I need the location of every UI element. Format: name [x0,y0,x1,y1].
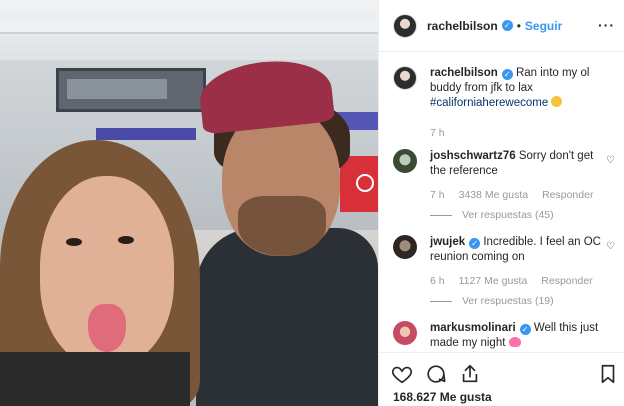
view-replies-button[interactable]: Ver respuestas (19) [430,295,601,307]
comment-avatar[interactable] [393,149,417,173]
author-username[interactable]: rachelbilson [427,19,498,33]
share-icon[interactable] [459,363,481,385]
comment-meta: 6 h 1127 Me gusta Responder [430,275,601,287]
photo-woman-eye-right [118,236,134,244]
action-icons [391,363,481,385]
likes-count[interactable]: 168.627 Me gusta [393,390,492,404]
photo-red-cap [196,55,336,135]
caption-text: rachelbilson ✓ Ran into my ol buddy from … [430,66,601,111]
verified-badge-icon: ✓ [501,69,513,80]
view-replies-label: Ver respuestas (19) [462,295,554,307]
comment-username[interactable]: markusmolinari [430,322,516,334]
photo-woman-eye-left [66,238,82,246]
caption-hashtag[interactable]: #californiaherewecome [430,97,548,109]
photo-man-beard [238,196,326,256]
bookmark-icon[interactable] [597,363,619,385]
comment-item: jwujek ✓ Incredible. I feel an OC reunion… [379,235,624,307]
caption-avatar[interactable] [393,66,417,90]
photo-ceiling-strip [0,20,378,34]
heart-icon[interactable] [391,363,413,385]
comment-item: markusmolinari ✓ Well this just made my n… [379,321,624,350]
reply-button[interactable]: Responder [541,275,592,287]
caption-username[interactable]: rachelbilson [430,67,498,79]
comment-text: jwujek ✓ Incredible. I feel an OC reunion… [430,235,601,265]
pink-hearts-emoji-icon [508,337,521,347]
comment-time[interactable]: 7 h [430,189,445,201]
post-side-panel: rachelbilson ✓ • Seguir ··· rachelbilson… [378,0,624,406]
comment-like-heart-icon[interactable]: ♡ [606,241,615,252]
comment-item: joshschwartz76 Sorry don't get the refer… [379,149,624,221]
author-avatar[interactable] [393,13,417,38]
comment-username[interactable]: jwujek [430,236,465,248]
caption: rachelbilson ✓ Ran into my ol buddy from … [379,66,624,139]
comment-time[interactable]: 6 h [430,275,445,287]
post-photo[interactable] [0,0,378,406]
comment-like-heart-icon[interactable]: ♡ [606,155,615,166]
view-replies-button[interactable]: Ver respuestas (45) [430,209,601,221]
photo-blue-banner [96,128,196,140]
grinning-emoji-icon [551,96,563,107]
comment-icon[interactable] [425,363,447,385]
photo-woman-top [0,352,190,406]
comments-list[interactable]: rachelbilson ✓ Ran into my ol buddy from … [379,66,624,350]
more-options-icon[interactable]: ··· [598,17,615,33]
caption-meta: 7 h [430,127,601,139]
view-replies-label: Ver respuestas (45) [462,209,554,221]
comment-likes[interactable]: 1127 Me gusta [459,275,528,287]
comment-text: markusmolinari ✓ Well this just made my n… [430,321,601,350]
replies-divider [430,214,452,216]
photo-departure-screen [56,68,206,112]
replies-divider [430,300,452,302]
caption-time[interactable]: 7 h [430,127,445,139]
verified-badge-icon: ✓ [501,20,513,31]
comment-avatar[interactable] [393,321,417,345]
photo-red-sign [340,156,378,212]
comment-text: joshschwartz76 Sorry don't get the refer… [430,149,601,179]
comment-avatar[interactable] [393,235,417,259]
follow-button[interactable]: Seguir [525,19,562,33]
reply-button[interactable]: Responder [542,189,593,201]
photo-woman-tongue [88,304,126,352]
comment-likes[interactable]: 3438 Me gusta [459,189,528,201]
verified-badge-icon: ✓ [469,238,481,249]
separator-dot: • [516,18,521,33]
post-actions-bar: 168.627 Me gusta [379,352,624,406]
verified-badge-icon: ✓ [519,324,531,335]
post-header: rachelbilson ✓ • Seguir ··· [379,0,624,52]
comment-meta: 7 h 3438 Me gusta Responder [430,189,601,201]
comment-username[interactable]: joshschwartz76 [430,150,516,162]
